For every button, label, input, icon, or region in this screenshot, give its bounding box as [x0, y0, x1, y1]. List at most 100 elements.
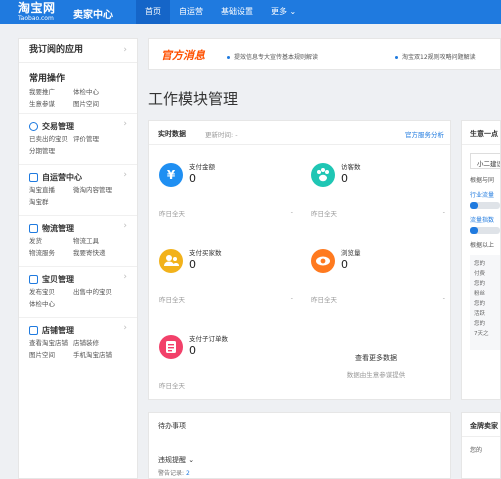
link-business-advisor[interactable]: 生意参谋 [29, 100, 73, 109]
link-on-sale[interactable]: 出售中的宝贝 [73, 288, 133, 297]
link-ship[interactable]: 发货 [29, 237, 73, 246]
link-promote[interactable]: 我要推广 [29, 88, 73, 97]
link-mobile-shop[interactable]: 手机淘宝店铺 [73, 351, 133, 360]
group-title[interactable]: 交易管理 [42, 121, 74, 132]
metric-paying-buyers[interactable]: 支付买家数 0 昨日全天 - [149, 231, 299, 304]
nav-self-operate[interactable]: 自运营 [170, 0, 212, 24]
metric-foot: 昨日全天 [159, 382, 185, 390]
subscribed-apps-header[interactable]: 我订阅的应用 › [19, 39, 137, 63]
nav-basic-settings[interactable]: 基础设置 [212, 0, 262, 24]
group-title[interactable]: 自运营中心 [42, 172, 82, 183]
gold-seller-panel: 金牌卖家 您的 [461, 412, 501, 479]
link-live[interactable]: 淘宝直播 [29, 186, 73, 195]
metric-visitors[interactable]: 访客数 0 昨日全天 - [301, 145, 451, 218]
user-icon [159, 249, 183, 273]
todo-card: 待办事项 违规提醒 ⌄ 警告记录: 2 [148, 412, 451, 479]
chevron-right-icon: › [123, 45, 127, 55]
metric-dash: - [290, 294, 293, 302]
link-decorate[interactable]: 店铺装修 [73, 339, 133, 348]
suggestion-line: 7天之 [474, 331, 489, 337]
metric-payment-amount[interactable]: ¥ 支付金额 0 昨日全天 - [149, 145, 299, 218]
traffic-bar [470, 202, 500, 209]
top-bar: 淘宝网 Taobao.com 卖家中心 首页 自运营 基础设置 更多 ⌄ [0, 0, 501, 24]
group-title[interactable]: 物流管理 [42, 223, 74, 234]
official-notice-bar: 官方消息 提效信息专大宣传基本规则解读 淘宝双12规则攻略问题解读 [148, 38, 501, 70]
realtime-title: 实时数据 [158, 130, 186, 138]
metric-label: 访客数 [341, 163, 361, 171]
shop-icon [29, 325, 38, 335]
logo-en: Taobao.com [18, 15, 54, 22]
index-bar [470, 227, 500, 234]
metric-sub-orders[interactable]: 支付子订单数 0 昨日全天 [149, 317, 299, 390]
nav-more[interactable]: 更多 ⌄ [262, 0, 305, 24]
link-health-center[interactable]: 体检中心 [29, 300, 73, 309]
suggestion-box: 您的 付费 您的 粉丝 您的 活跃 您的 7天之 [470, 255, 500, 350]
taobao-logo[interactable]: 淘宝网 Taobao.com [18, 1, 56, 23]
notice-text: 淘宝双12规则攻略问题解读 [402, 54, 476, 61]
sidebar: 我订阅的应用 › 常用操作 我要推广 体检中心 生意参谋 图片空间 交易管理 ›… [18, 38, 138, 479]
metric-label: 支付金额 [189, 163, 215, 171]
notice-item[interactable]: 提效信息专大宣传基本规则解读 [227, 52, 318, 61]
logo-cn: 淘宝网 [18, 1, 56, 15]
warning-record: 警告记录: 2 [158, 468, 190, 477]
seller-center-title[interactable]: 卖家中心 [73, 6, 113, 21]
suggestion-line: 付费 [474, 271, 486, 277]
page-title: 工作模块管理 [148, 90, 239, 108]
link-image-space[interactable]: 图片空间 [73, 100, 133, 109]
suggestion-line: 粉丝 [474, 291, 486, 297]
chevron-right-icon[interactable]: › [123, 272, 127, 282]
suggestion-line: 您的 [474, 261, 486, 267]
metric-value: 0 [341, 172, 348, 185]
metric-foot: 昨日全天 [311, 296, 337, 304]
link-weitao[interactable]: 微淘内容管理 [73, 186, 133, 195]
chevron-right-icon[interactable]: › [123, 119, 127, 129]
metric-label: 浏览量 [341, 249, 361, 257]
suggestion-line: 您的 [474, 301, 486, 307]
nav-home[interactable]: 首页 [136, 0, 170, 24]
chevron-right-icon[interactable]: › [123, 170, 127, 180]
view-more-data[interactable]: 查看更多数据 数据由生意参谋提供 [301, 317, 451, 381]
official-analysis-link[interactable]: 官方服务分析 [405, 129, 444, 139]
common-operations-title: 常用操作 [29, 74, 66, 84]
industry-traffic-link[interactable]: 行业流量 [470, 190, 500, 199]
update-time: 更新时间: - [205, 131, 238, 139]
metric-value: 0 [189, 258, 196, 271]
warning-label: 警告记录: [158, 470, 185, 477]
link-publish[interactable]: 发布宝贝 [29, 288, 73, 297]
link-view-shop[interactable]: 查看淘宝店铺 [29, 339, 73, 348]
chevron-right-icon[interactable]: › [123, 323, 127, 333]
order-icon [159, 335, 183, 359]
view-more-title: 查看更多数据 [355, 354, 397, 362]
metric-foot: 昨日全天 [159, 210, 185, 218]
traffic-index-link[interactable]: 流量指数 [470, 215, 500, 224]
link-installments[interactable]: 分期管理 [29, 147, 73, 156]
violation-reminder-dropdown[interactable]: 违规提醒 ⌄ [158, 455, 194, 465]
group-title[interactable]: 宝贝管理 [42, 274, 74, 285]
link-logistics-service[interactable]: 物流服务 [29, 249, 73, 258]
link-images[interactable]: 图片空间 [29, 351, 73, 360]
group-title[interactable]: 店铺管理 [42, 325, 74, 336]
metric-dash: - [442, 208, 445, 216]
link-health-check[interactable]: 体检中心 [73, 88, 133, 97]
chevron-right-icon[interactable]: › [123, 221, 127, 231]
view-more-sub: 数据由生意参谋提供 [346, 371, 406, 379]
metric-pageviews[interactable]: 浏览量 0 昨日全天 - [301, 231, 451, 304]
link-reviews[interactable]: 评价管理 [73, 135, 133, 144]
bullet-icon [227, 56, 230, 59]
metric-foot: 昨日全天 [311, 210, 337, 218]
business-panel: 生意一点 小二建议 根据与同 行业流量 流量指数 根据以上 您的 付费 您的 粉… [461, 120, 501, 400]
group-trade: 交易管理 › 已卖出的宝贝 评价管理 分期管理 [19, 113, 137, 164]
metric-dash: - [442, 294, 445, 302]
link-sold-items[interactable]: 已卖出的宝贝 [29, 135, 73, 144]
link-logistics-tools[interactable]: 物流工具 [73, 237, 133, 246]
link-group[interactable]: 淘宝群 [29, 198, 73, 207]
link-send-express[interactable]: 我要寄快递 [73, 249, 133, 258]
group-items: 宝贝管理 › 发布宝贝 出售中的宝贝 体检中心 [19, 266, 137, 317]
warning-count[interactable]: 2 [186, 470, 190, 477]
notice-item[interactable]: 淘宝双12规则攻略问题解读 [395, 52, 476, 61]
metric-value: 0 [341, 258, 348, 271]
group-shop: 店铺管理 › 查看淘宝店铺 店铺装修 图片空间 手机淘宝店铺 [19, 317, 137, 368]
tab-suggestion[interactable]: 小二建议 [470, 153, 500, 169]
suggestion-line: 您的 [474, 321, 486, 327]
gold-seller-line: 您的 [470, 447, 483, 454]
